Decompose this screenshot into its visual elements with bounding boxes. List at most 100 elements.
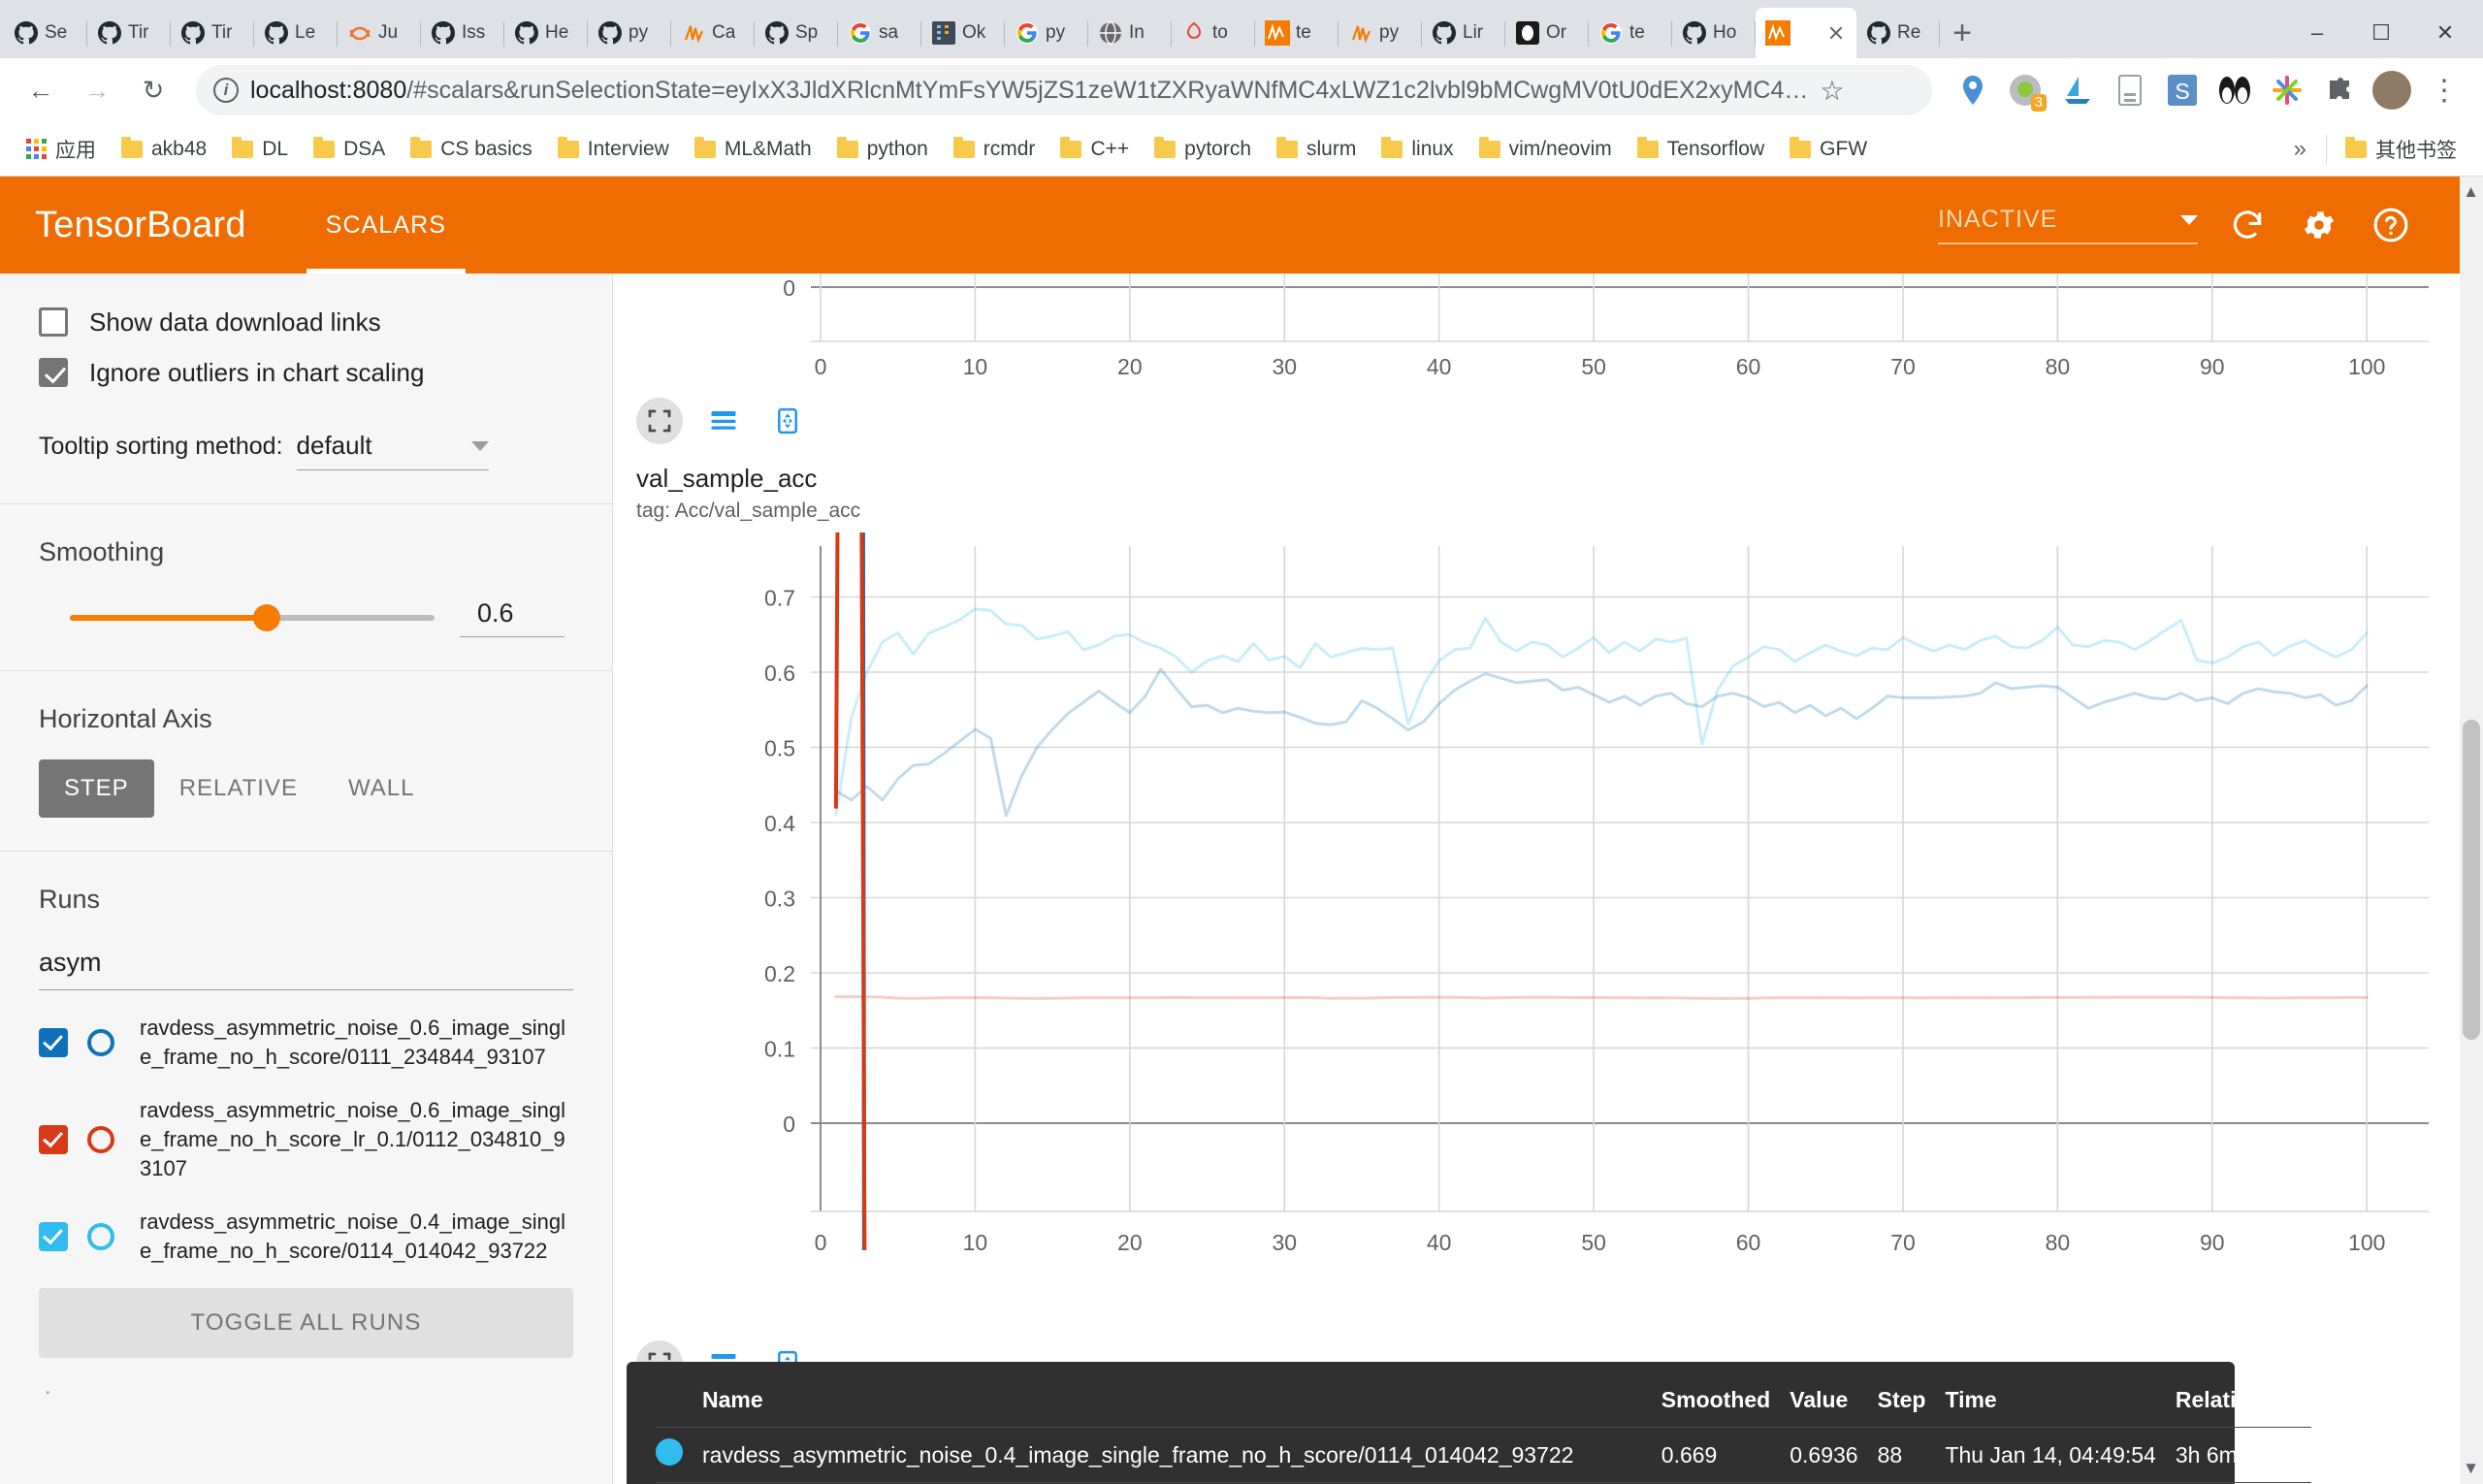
run-checkbox[interactable] [39, 1028, 68, 1058]
minimize-button[interactable]: – [2285, 8, 2349, 58]
document-icon[interactable] [2107, 67, 2153, 113]
smoothing-value-input[interactable]: 0.6 [460, 598, 564, 637]
close-icon[interactable] [1825, 22, 1847, 44]
refresh-icon[interactable] [2225, 203, 2270, 247]
run-item-0[interactable]: ravdess_asymmetric_noise_0.6_image_singl… [39, 1014, 573, 1073]
browser-tab-10[interactable]: sa [838, 8, 921, 58]
headphones-icon[interactable] [2211, 67, 2258, 113]
browser-tab-1[interactable]: Tir [87, 8, 171, 58]
browser-tab-3[interactable]: Le [254, 8, 338, 58]
avatar-badge-icon[interactable]: 3 [2002, 67, 2048, 113]
run-item-2[interactable]: ravdess_asymmetric_noise_0.4_image_singl… [39, 1208, 573, 1267]
maximize-button[interactable]: ☐ [2349, 8, 2413, 58]
new-tab-button[interactable]: + [1940, 11, 1984, 55]
charts-pane[interactable]: 0 0 10 20 30 40 50 60 70 80 90 100 val_s… [613, 274, 2483, 1484]
run-color-circle[interactable] [87, 1223, 114, 1251]
site-info-icon[interactable]: i [213, 78, 239, 103]
browser-tab-9[interactable]: Sp [755, 8, 838, 58]
bookmark-15[interactable]: GFW [1777, 128, 1880, 171]
bookmark-13[interactable]: vim/neovim [1467, 128, 1625, 171]
page-scrollbar[interactable]: ▲ ▼ [2460, 177, 2483, 1484]
show-download-links-checkbox[interactable] [39, 307, 68, 337]
scroll-up-arrow[interactable]: ▲ [2463, 182, 2479, 202]
tooltip-sorting-select[interactable]: default [296, 431, 489, 470]
chrome-menu-button[interactable]: ⋮ [2421, 67, 2467, 113]
axis-option-wall[interactable]: WALL [323, 759, 439, 818]
bookmark-4[interactable]: CS basics [398, 128, 545, 171]
back-button[interactable]: ← [16, 65, 66, 115]
line-chart-val-sample-acc[interactable]: 0 0.1 0.2 0.3 0.4 0.5 0.6 0.7 0 10 20 30 40 50 60 70 80 9… [636, 532, 2460, 1250]
browser-tab-15[interactable]: te [1255, 8, 1338, 58]
browser-tab-18[interactable]: Or [1505, 8, 1589, 58]
help-icon[interactable] [2369, 203, 2413, 247]
close-window-button[interactable]: ✕ [2413, 8, 2477, 58]
bookmark-3[interactable]: DSA [301, 128, 398, 171]
run-checkbox[interactable] [39, 1125, 68, 1155]
bookmark-10[interactable]: pytorch [1142, 128, 1264, 171]
browser-tab-5[interactable]: Iss [421, 8, 504, 58]
browser-tab-0[interactable]: Se [4, 8, 87, 58]
browser-tab-19[interactable]: te [1589, 8, 1672, 58]
bookmark-6[interactable]: ML&Math [682, 128, 824, 171]
bookmark-8[interactable]: rcmdr [941, 128, 1048, 171]
gear-icon[interactable] [2297, 203, 2341, 247]
tensorboard-logo[interactable]: TensorBoard [35, 205, 246, 246]
browser-tab-2[interactable]: Tir [171, 8, 254, 58]
reload-state-dropdown[interactable]: INACTIVE [1938, 206, 2198, 244]
axis-option-relative[interactable]: RELATIVE [154, 759, 323, 818]
bookmarks-overflow-button[interactable]: » [2280, 136, 2320, 163]
puzzle-icon[interactable] [2316, 67, 2363, 113]
toggle-all-runs-button[interactable]: TOGGLE ALL RUNS [39, 1287, 573, 1358]
run-color-circle[interactable] [87, 1029, 114, 1057]
smoothing-slider[interactable] [70, 604, 435, 631]
forward-button[interactable]: → [72, 65, 122, 115]
bookmark-14[interactable]: Tensorflow [1625, 128, 1777, 171]
browser-tab-20[interactable]: Ho [1672, 8, 1756, 58]
colorful-star-icon[interactable] [2264, 67, 2310, 113]
browser-tab-11[interactable]: Ok [921, 8, 1005, 58]
bookmark-11[interactable]: slurm [1264, 128, 1369, 171]
bookmark-0[interactable]: 应用 [14, 128, 109, 171]
reload-button[interactable]: ↻ [128, 65, 178, 115]
run-checkbox[interactable] [39, 1222, 68, 1252]
browser-tab-8[interactable]: Ca [671, 8, 755, 58]
data-table-icon[interactable] [700, 398, 747, 444]
bookmark-12[interactable]: linux [1369, 128, 1466, 171]
browser-tab-14[interactable]: to [1172, 8, 1255, 58]
axis-option-step[interactable]: STEP [39, 759, 154, 818]
runs-filter-input[interactable]: asym [39, 940, 573, 990]
pin-icon[interactable] [1950, 67, 1996, 113]
scrollbar-thumb[interactable] [2463, 720, 2480, 1040]
show-download-links-row[interactable]: Show data download links [39, 297, 573, 347]
browser-tab-16[interactable]: py [1338, 8, 1422, 58]
bookmark-7[interactable]: python [824, 128, 941, 171]
browser-tab-13[interactable]: In [1088, 8, 1172, 58]
bookmark-9[interactable]: C++ [1048, 128, 1142, 171]
browser-tab-17[interactable]: Lir [1422, 8, 1505, 58]
sailboat-icon[interactable] [2054, 67, 2101, 113]
run-color-circle[interactable] [87, 1126, 114, 1154]
bookmark-1[interactable]: akb48 [109, 128, 219, 171]
browser-tab-7[interactable]: py [588, 8, 671, 58]
sidebar-divider-2 [0, 670, 612, 671]
browser-tab-21[interactable] [1756, 8, 1856, 58]
ignore-outliers-checkbox[interactable] [39, 358, 68, 387]
s-icon[interactable]: S [2159, 67, 2206, 113]
address-bar[interactable]: i localhost:8080/#scalars&runSelectionSt… [196, 65, 1932, 115]
browser-tab-4[interactable]: Ju [338, 8, 421, 58]
browser-tab-12[interactable]: py [1005, 8, 1088, 58]
scroll-down-arrow[interactable]: ▼ [2463, 1459, 2479, 1478]
expand-icon[interactable] [764, 398, 811, 444]
tab-scalars[interactable]: SCALARS [299, 177, 473, 274]
smoothing-slider-knob[interactable] [253, 604, 281, 631]
profile-avatar[interactable] [2369, 67, 2415, 113]
bookmark-star-icon[interactable]: ☆ [1820, 75, 1848, 107]
bookmark-5[interactable]: Interview [545, 128, 682, 171]
bookmark-2[interactable]: DL [219, 128, 301, 171]
ignore-outliers-row[interactable]: Ignore outliers in chart scaling [39, 347, 573, 398]
browser-tab-22[interactable]: Re [1856, 8, 1940, 58]
browser-tab-6[interactable]: He [504, 8, 588, 58]
bookmark-other-bookmarks[interactable]: 其他书签 [2333, 128, 2469, 171]
run-item-1[interactable]: ravdess_asymmetric_noise_0.6_image_singl… [39, 1096, 573, 1184]
fit-icon[interactable] [636, 398, 683, 444]
